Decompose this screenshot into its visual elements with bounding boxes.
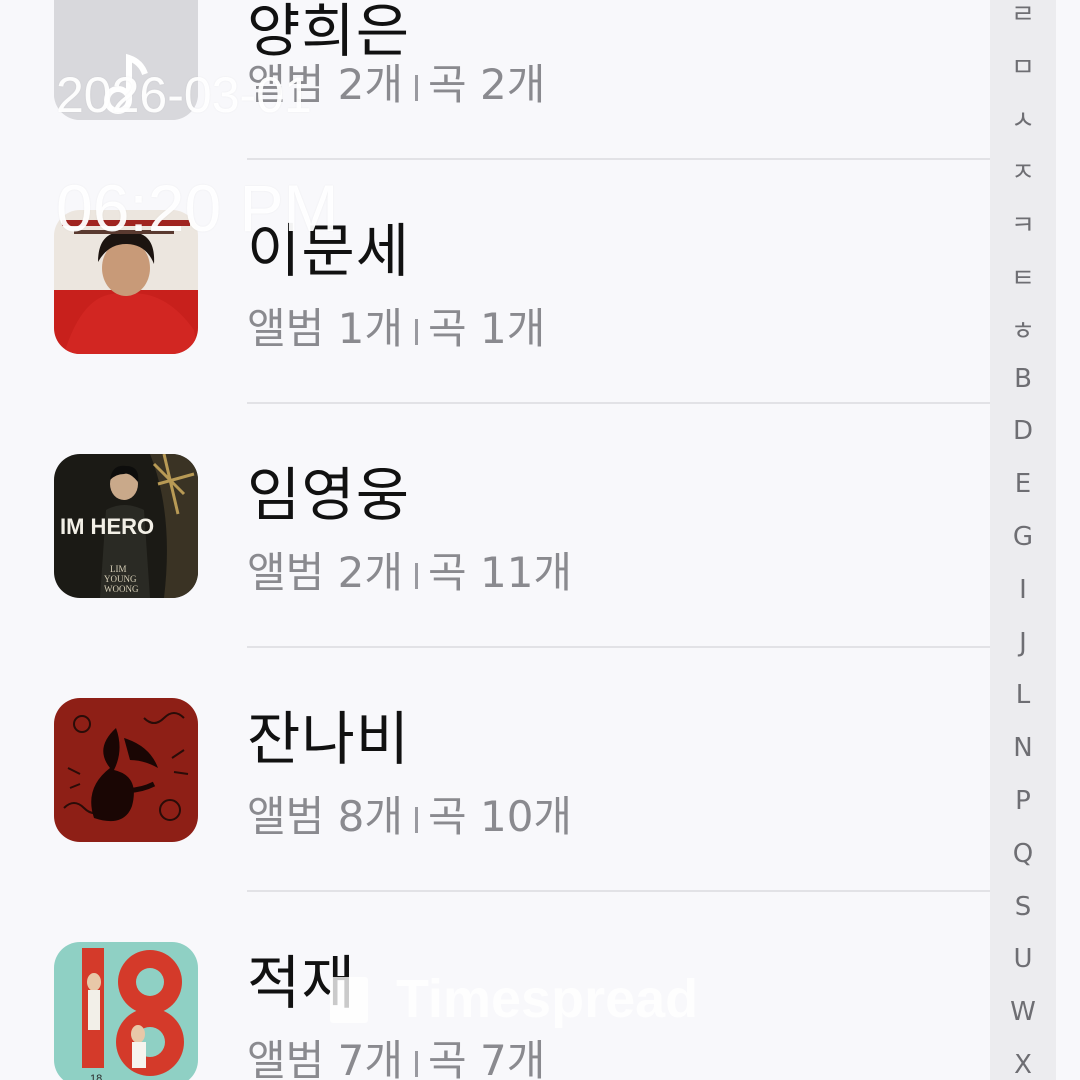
artist-list: 양희은 앨범 2개 곡 2개 이문세 앨범 1개 곡 1개 IM HERO LI…	[0, 0, 990, 1080]
album-art-dark-red	[54, 698, 198, 842]
index-letter[interactable]: N	[990, 733, 1056, 763]
index-letter[interactable]: I	[990, 575, 1056, 605]
song-count: 곡 10개	[428, 792, 573, 841]
index-letter[interactable]: X	[990, 1050, 1056, 1080]
artist-list-screen: 양희은 앨범 2개 곡 2개 이문세 앨범 1개 곡 1개 IM HERO LI…	[0, 0, 1080, 1080]
artist-meta: 앨범 2개 곡 11개	[247, 552, 572, 594]
section-index-bar[interactable]: ㄹㅁㅅㅈㅋㅌㅎBDEGIJLNPQSUWX	[990, 0, 1056, 1080]
artist-name: 임영웅	[247, 461, 411, 529]
index-letter[interactable]: ㄹ	[990, 0, 1056, 31]
artist-name: 잔나비	[247, 705, 411, 773]
watermark-text: Timespread	[396, 969, 699, 1029]
song-count: 곡 7개	[428, 1036, 546, 1080]
svg-text:WOONG: WOONG	[104, 584, 139, 594]
album-art-teal-18: 18	[54, 942, 198, 1080]
index-letter[interactable]: B	[990, 364, 1056, 394]
album-art-im-hero: IM HERO LIM YOUNG WOONG	[54, 454, 198, 598]
index-letter[interactable]: ㅋ	[990, 205, 1056, 242]
index-letter[interactable]: G	[990, 522, 1056, 552]
index-letter[interactable]: Q	[990, 839, 1056, 869]
index-letter[interactable]: W	[990, 997, 1056, 1027]
song-count: 곡 11개	[428, 548, 573, 597]
album-count: 앨범 7개	[247, 1036, 403, 1080]
album-art-teal-18: 18	[54, 942, 198, 1080]
meta-separator	[415, 1050, 418, 1077]
album-count: 앨범 8개	[247, 792, 403, 841]
song-count: 곡 2개	[428, 60, 546, 109]
meta-separator	[415, 74, 418, 101]
timestamp-date: 2026-03-01	[56, 67, 312, 123]
timestamp-time: 06:20 PM	[56, 171, 339, 245]
index-letter[interactable]: ㅈ	[990, 152, 1056, 189]
index-letter[interactable]: P	[990, 786, 1056, 816]
index-letter[interactable]: S	[990, 892, 1056, 922]
album-art-im-hero: IM HERO LIM YOUNG WOONG	[54, 454, 198, 598]
album-count: 앨범 1개	[247, 304, 403, 353]
watermark-logo-icon	[330, 977, 368, 1023]
artist-name: 양희은	[247, 0, 411, 65]
song-count: 곡 1개	[428, 304, 546, 353]
svg-text:YOUNG: YOUNG	[104, 574, 137, 584]
index-letter[interactable]: D	[990, 416, 1056, 446]
meta-separator	[415, 562, 418, 589]
artist-meta: 앨범 7개 곡 7개	[247, 1040, 545, 1080]
index-letter[interactable]: ㅎ	[990, 311, 1056, 348]
artwork-title: 18	[90, 1073, 102, 1080]
index-letter[interactable]: ㅌ	[990, 258, 1056, 295]
svg-text:LIM: LIM	[110, 564, 127, 574]
watermark: Timespread	[330, 968, 698, 1030]
index-letter[interactable]: U	[990, 944, 1056, 974]
meta-separator	[415, 806, 418, 833]
index-letter[interactable]: L	[990, 680, 1056, 710]
artist-meta: 앨범 8개 곡 10개	[247, 796, 572, 838]
meta-separator	[415, 318, 418, 345]
index-letter[interactable]: J	[990, 628, 1056, 658]
album-count: 앨범 2개	[247, 548, 403, 597]
artist-meta: 앨범 1개 곡 1개	[247, 308, 545, 350]
index-letter[interactable]: E	[990, 469, 1056, 499]
artist-row[interactable]: IM HERO LIM YOUNG WOONG 임영웅 앨범 2개 곡 11개	[0, 402, 990, 648]
artwork-title: IM HERO	[60, 514, 154, 539]
index-letter[interactable]: ㅅ	[990, 100, 1056, 137]
artist-row[interactable]: 잔나비 앨범 8개 곡 10개	[0, 646, 990, 892]
album-art-dark-red	[54, 698, 198, 842]
index-letter[interactable]: ㅁ	[990, 47, 1056, 84]
